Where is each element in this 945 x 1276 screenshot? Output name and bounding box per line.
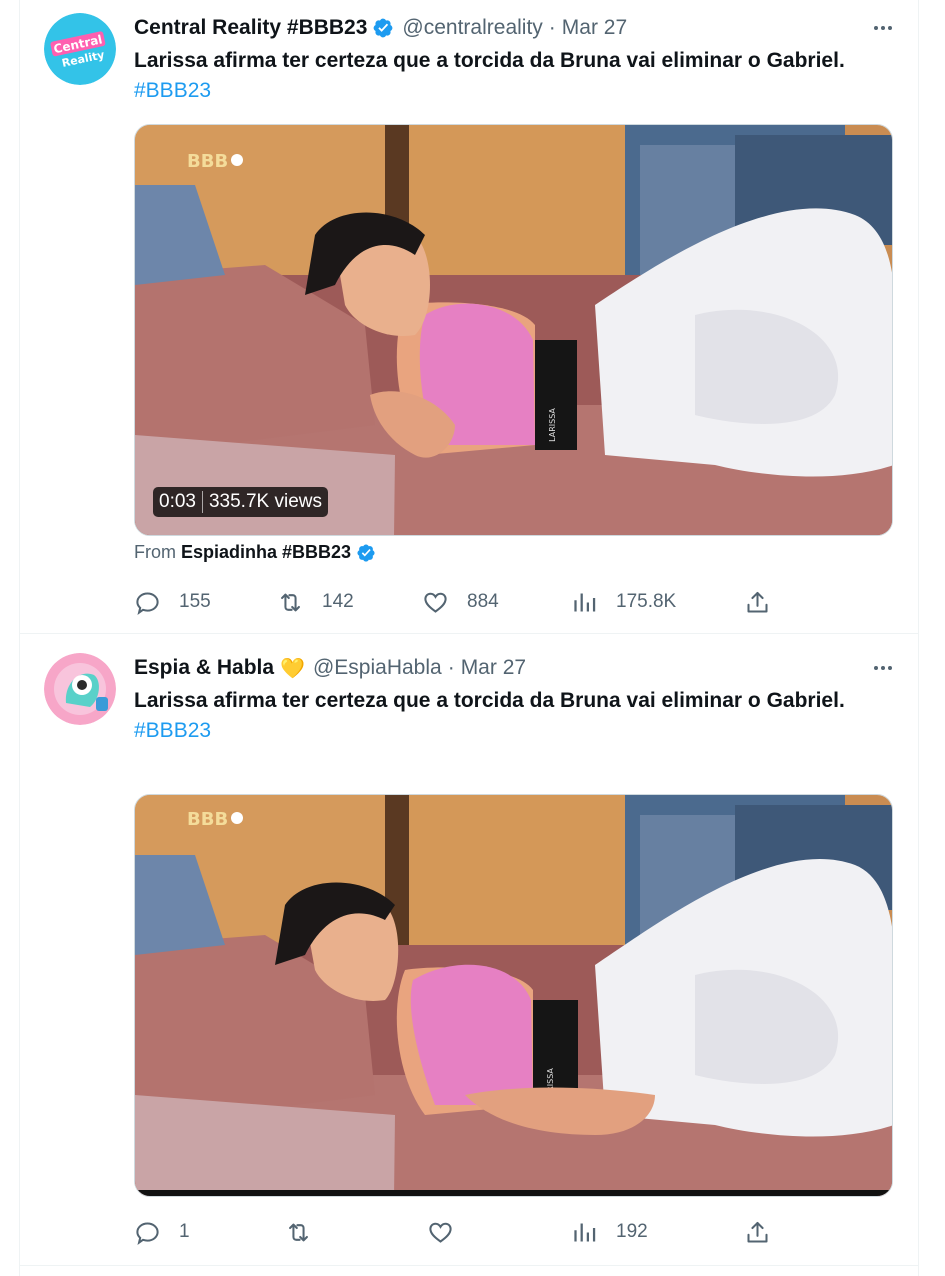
tweet-body: Larissa afirma ter certeza que a torcida… xyxy=(134,49,845,72)
reply-count: 1 xyxy=(179,1221,190,1242)
views-button[interactable]: 175.8K xyxy=(571,587,676,617)
author-name[interactable]: Espia & Habla xyxy=(134,656,274,680)
from-label: From xyxy=(134,542,176,562)
more-icon[interactable] xyxy=(868,653,898,683)
tweet-2[interactable]: Espia & Habla 💛 @EspiaHabla · Mar 27 Lar… xyxy=(20,634,918,1266)
like-button[interactable] xyxy=(427,1217,472,1247)
timestamp[interactable]: Mar 27 xyxy=(562,16,627,40)
views-button[interactable]: 192 xyxy=(571,1217,648,1247)
share-icon xyxy=(747,1221,768,1243)
author-handle[interactable]: @EspiaHabla xyxy=(313,656,442,680)
tweet-header: Central Reality #BBB23 @centralreality ·… xyxy=(134,13,898,43)
shirt-label: LARISSA xyxy=(548,408,557,442)
video-source: From Espiadinha #BBB23 xyxy=(134,542,376,563)
avatar[interactable]: Central Reality xyxy=(44,13,116,85)
views-count: 175.8K xyxy=(616,591,677,612)
tweet-divider xyxy=(20,1265,918,1266)
reply-count: 155 xyxy=(179,591,211,612)
reply-button[interactable]: 155 xyxy=(134,587,211,617)
action-bar: 155 142 884 175.8K xyxy=(134,587,774,617)
video-frame: LARISSA BBB xyxy=(135,125,892,535)
verified-badge-icon xyxy=(357,543,375,562)
timeline-border-right xyxy=(918,0,919,1276)
tweet-1[interactable]: Central Reality Central Reality #BBB23 @… xyxy=(20,0,918,634)
repost-button[interactable]: 142 xyxy=(277,587,354,617)
verified-badge-icon[interactable] xyxy=(372,17,394,39)
hashtag-link[interactable]: #BBB23 xyxy=(134,79,211,102)
reply-button[interactable]: 1 xyxy=(134,1217,190,1247)
share-button[interactable] xyxy=(744,587,771,617)
video-player[interactable]: LARISSA BBB xyxy=(134,794,893,1197)
share-icon xyxy=(747,591,768,613)
like-icon xyxy=(424,592,447,613)
hashtag-link[interactable]: #BBB23 xyxy=(134,719,211,742)
more-icon[interactable] xyxy=(868,13,898,43)
repost-icon xyxy=(289,1223,308,1241)
tweet-body: Larissa afirma ter certeza que a torcida… xyxy=(134,689,845,712)
author-handle[interactable]: @centralreality xyxy=(402,16,542,40)
repost-button[interactable] xyxy=(285,1217,330,1247)
video-frame: LARISSA BBB xyxy=(135,795,892,1196)
video-player[interactable]: LARISSA BBB 0:03 335.7K views xyxy=(134,124,893,536)
like-icon xyxy=(429,1222,452,1243)
tweet-text: Larissa afirma ter certeza que a torcida… xyxy=(134,46,894,106)
separator-dot: · xyxy=(447,656,455,679)
from-source-link[interactable]: Espiadinha #BBB23 xyxy=(181,542,351,563)
video-info-badge: 0:03 335.7K views xyxy=(153,487,328,517)
video-watermark: BBB xyxy=(187,151,228,172)
reply-icon xyxy=(136,1221,159,1245)
share-button[interactable] xyxy=(744,1217,771,1247)
author-name[interactable]: Central Reality #BBB23 xyxy=(134,16,367,40)
views-count: 192 xyxy=(616,1221,648,1242)
repost-count: 142 xyxy=(322,591,354,612)
action-bar: 1 192 xyxy=(134,1217,774,1247)
video-views: 335.7K views xyxy=(208,491,322,512)
reply-icon xyxy=(136,591,159,615)
views-icon xyxy=(574,593,596,611)
video-duration: 0:03 xyxy=(159,491,196,512)
tweet-text: Larissa afirma ter certeza que a torcida… xyxy=(134,686,894,746)
like-button[interactable]: 884 xyxy=(422,587,499,617)
timestamp[interactable]: Mar 27 xyxy=(461,656,526,680)
avatar[interactable] xyxy=(44,653,116,725)
heart-emoji: 💛 xyxy=(280,657,305,680)
like-count: 884 xyxy=(467,591,499,612)
views-icon xyxy=(574,1223,596,1241)
video-watermark: BBB xyxy=(187,809,228,830)
tweet-header: Espia & Habla 💛 @EspiaHabla · Mar 27 xyxy=(134,653,898,683)
separator-dot: · xyxy=(548,16,556,39)
repost-icon xyxy=(281,593,300,611)
